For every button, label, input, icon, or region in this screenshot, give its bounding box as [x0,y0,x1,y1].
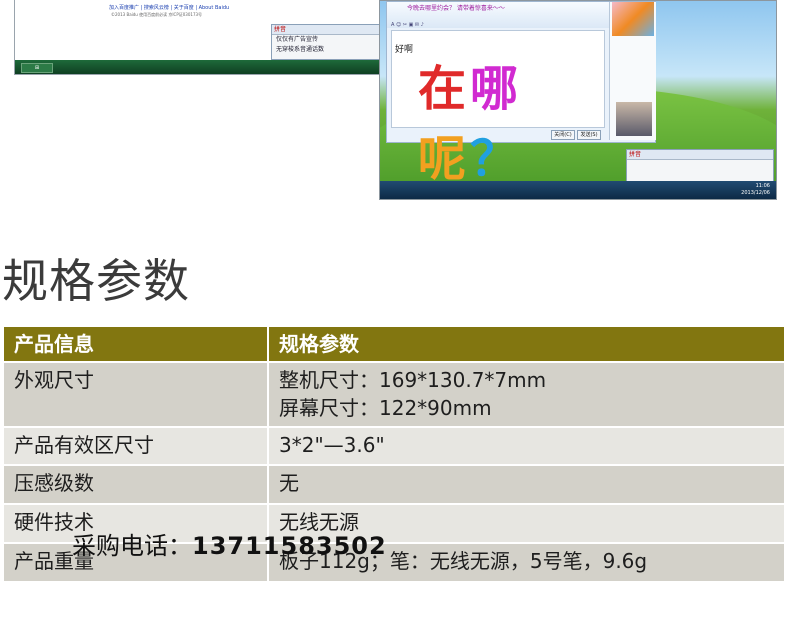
chat-header-text: 今晚去哪里约会？ 请带着惊喜来～～ [407,5,505,12]
spec-label: 外观尺寸 [4,362,269,428]
spec-value: 无 [268,465,786,505]
section-title: 规格参数 [2,254,190,308]
spec-value-line: 屏幕尺寸：122*90mm [279,396,492,420]
ime-toolbar: 拼音 [627,150,773,160]
send-button: 发送(S) [577,130,601,140]
start-button: ⊞ [21,63,53,73]
taskbar: 11:06 2013/12/06 [380,181,776,199]
greeting-text: 好啊 [395,45,414,55]
ime-candidate-window: 拼音 [626,149,774,183]
chat-sidebar [609,2,656,140]
purchase-phone-number: 13711583502 [192,532,387,560]
clock-date: 2013/12/06 [741,190,770,196]
clock-time: 11:06 [755,183,770,189]
table-row: 外观尺寸 整机尺寸：169*130.7*7mm 屏幕尺寸：122*90mm [4,362,786,428]
header-spec-params: 规格参数 [268,327,786,363]
footer-links: 加入百度推广 | 搜索风云榜 | 关于百度 | About Baidu [109,5,230,11]
header-product-info: 产品信息 [4,327,269,363]
chat-toolbar: A ☺ ✂ ▣ ✉ ♪ [391,22,424,28]
screenshot-chat-handwriting: 今晚去哪里约会？ 请带着惊喜来～～ A ☺ ✂ ▣ ✉ ♪ 好啊 在哪呢？ 关闭… [379,0,777,200]
ime-row: 仅仅有广告宣传 [276,36,319,43]
spec-header-row: 产品信息 规格参数 [4,327,786,363]
handwriting-text: 在哪呢？ [418,61,523,187]
table-row: 产品有效区尺寸 3*2"—3.6" [4,427,786,466]
copyright-text: ©2013 Baidu 使用百度前必读 京ICP证030173号 [111,12,203,17]
spec-value: 3*2"—3.6" [268,427,786,466]
chat-window: 今晚去哪里约会？ 请带着惊喜来～～ A ☺ ✂ ▣ ✉ ♪ 好啊 在哪呢？ 关闭… [386,1,656,187]
avatar [612,2,654,36]
ime-row: 无穿梭系音通话数 [276,46,325,53]
avatar [616,102,652,136]
spec-label: 产品有效区尺寸 [4,427,269,466]
taskbar-clock: 11:06 2013/12/06 [741,183,770,197]
spec-value: 整机尺寸：169*130.7*7mm 屏幕尺寸：122*90mm [268,362,786,428]
ime-candidate-window: 拼音 仅仅有广告宣传 无穿梭系音通话数 [271,24,381,60]
handwriting-canvas: 好啊 在哪呢？ [391,30,605,187]
ime-toolbar: 拼音 [272,25,381,35]
spec-label: 压感级数 [4,465,269,505]
purchase-phone-overlay: 采购电话：13711583502 [72,526,387,561]
taskbar: ⊞ [15,60,381,74]
close-button: 关闭(C) [551,130,575,140]
spec-value-line: 整机尺寸：169*130.7*7mm [279,368,547,392]
table-row: 压感级数 无 [4,465,786,505]
purchase-phone-label: 采购电话： [72,532,192,560]
screenshot-browser-ime: 加入百度推广 | 搜索风云榜 | 关于百度 | About Baidu ©201… [14,0,382,75]
chat-footer: 关闭(C) 发送(S) [391,128,603,140]
